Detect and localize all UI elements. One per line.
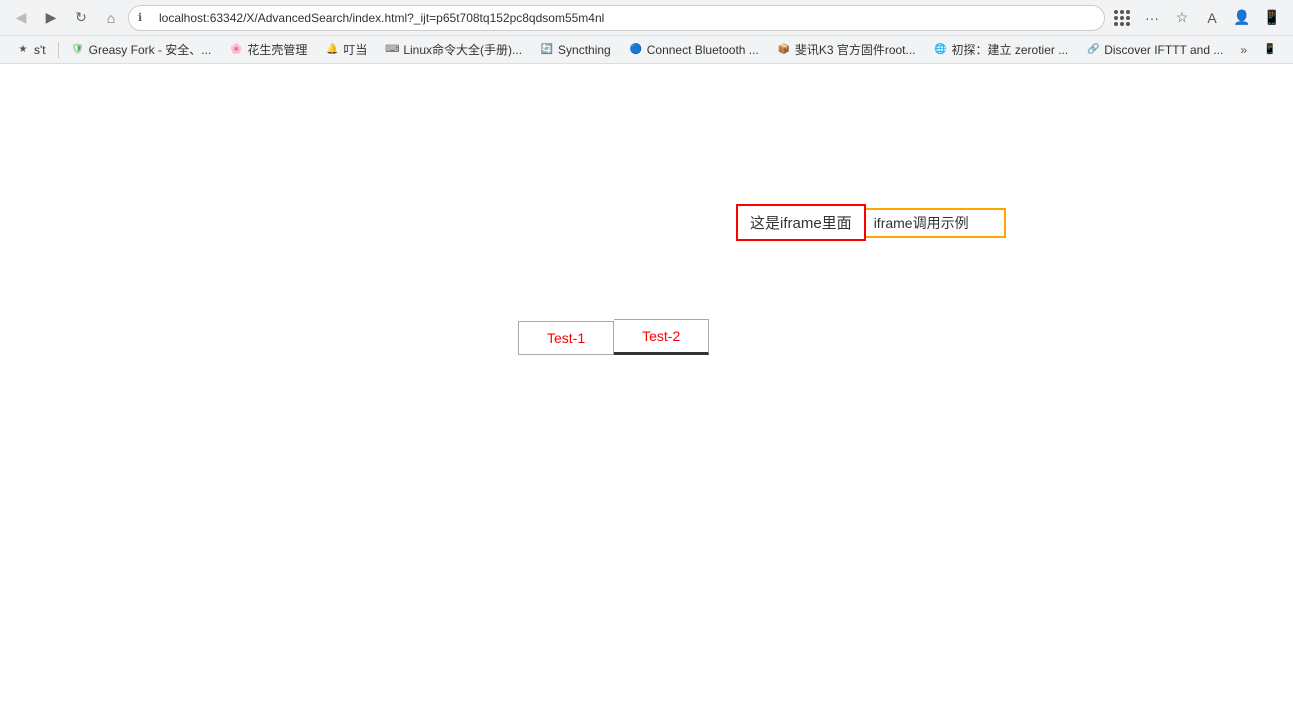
- bookmark-k3-label: 斐讯K3 官方固件root...: [795, 41, 916, 58]
- bookmark-dingdang-favicon: 🔔: [325, 43, 339, 57]
- tab-test2[interactable]: Test-2: [614, 319, 709, 355]
- bookmark-syncthing[interactable]: 🔄 Syncthing: [532, 41, 619, 59]
- bookmark-greasy-favicon: 🛡: [71, 43, 85, 57]
- bookmarks-bar: ★ s't 🛡 Greasy Fork - 安全、... 🌸 花生壳管理 🔔 叮…: [0, 36, 1293, 64]
- bookmark-bluetooth-favicon: 🔵: [629, 43, 643, 57]
- toolbar-right: ··· ☆ A 👤 📱: [1109, 5, 1285, 31]
- forward-button[interactable]: ▶: [38, 5, 64, 31]
- bookmark-phone[interactable]: 📱: [1255, 41, 1285, 59]
- iframe-input[interactable]: [866, 208, 1006, 238]
- bookmark-ifttt[interactable]: 🔗 Discover IFTTT and ...: [1078, 41, 1231, 59]
- bookmark-zerotier-favicon: 🌐: [934, 43, 948, 57]
- iframe-text-label: 这是iframe里面: [736, 204, 866, 241]
- bookmark-bluetooth[interactable]: 🔵 Connect Bluetooth ...: [621, 41, 767, 59]
- toolbar: ◀ ▶ ↻ ⌂ ℹ ··· ☆ A 👤 📱: [0, 0, 1293, 36]
- profile-button[interactable]: 👤: [1229, 5, 1255, 31]
- bookmark-st-favicon: ★: [16, 43, 30, 57]
- bookmark-k3-favicon: 📦: [777, 43, 791, 57]
- info-icon: ℹ: [138, 11, 142, 24]
- tab-test1[interactable]: Test-1: [518, 321, 614, 355]
- bookmark-syncthing-favicon: 🔄: [540, 43, 554, 57]
- bookmark-ifttt-label: Discover IFTTT and ...: [1104, 43, 1223, 57]
- bookmark-zerotier-label: 初探：建立 zerotier ...: [952, 41, 1069, 58]
- home-button[interactable]: ⌂: [98, 5, 124, 31]
- bookmark-st-label: s't: [34, 43, 46, 57]
- more-bookmarks-button[interactable]: »: [1234, 41, 1253, 59]
- bookmark-huashell[interactable]: 🌸 花生壳管理: [221, 39, 315, 60]
- bookmark-zerotier[interactable]: 🌐 初探：建立 zerotier ...: [926, 39, 1077, 60]
- bookmark-greasy-label: Greasy Fork - 安全、...: [89, 41, 212, 58]
- bookmark-linux[interactable]: ⌨ Linux命令大全(手册)...: [377, 39, 530, 60]
- translate-button[interactable]: A: [1199, 5, 1225, 31]
- more-menu-button[interactable]: ···: [1139, 5, 1165, 31]
- address-input[interactable]: [128, 5, 1105, 31]
- phone-icon-button[interactable]: 📱: [1259, 5, 1285, 31]
- reload-button[interactable]: ↻: [68, 5, 94, 31]
- bookmark-dingdang-label: 叮当: [343, 41, 367, 58]
- bookmark-dingdang[interactable]: 🔔 叮当: [317, 39, 375, 60]
- browser-window: ◀ ▶ ↻ ⌂ ℹ ··· ☆ A 👤 📱 ★ s't: [0, 0, 1293, 702]
- bookmark-syncthing-label: Syncthing: [558, 43, 611, 57]
- grid-icon: [1114, 10, 1130, 26]
- extensions-button[interactable]: [1109, 5, 1135, 31]
- bookmark-phone-favicon: 📱: [1263, 43, 1277, 57]
- tabs-area: Test-1 Test-2: [518, 319, 709, 355]
- bookmark-ifttt-favicon: 🔗: [1086, 43, 1100, 57]
- iframe-section: 这是iframe里面: [736, 204, 1006, 241]
- address-bar-wrapper: ℹ: [128, 5, 1105, 31]
- bookmark-st[interactable]: ★ s't: [8, 41, 54, 59]
- bookmark-huashell-favicon: 🌸: [229, 43, 243, 57]
- bookmark-divider-1: [58, 42, 59, 58]
- bookmark-linux-favicon: ⌨: [385, 43, 399, 57]
- page-content: 这是iframe里面 Test-1 Test-2: [0, 64, 1293, 654]
- bookmark-bluetooth-label: Connect Bluetooth ...: [647, 43, 759, 57]
- bookmark-k3[interactable]: 📦 斐讯K3 官方固件root...: [769, 39, 924, 60]
- back-button[interactable]: ◀: [8, 5, 34, 31]
- bookmark-huashell-label: 花生壳管理: [247, 41, 307, 58]
- bookmark-greasy[interactable]: 🛡 Greasy Fork - 安全、...: [63, 39, 220, 60]
- bookmark-star-button[interactable]: ☆: [1169, 5, 1195, 31]
- bookmark-linux-label: Linux命令大全(手册)...: [403, 41, 522, 58]
